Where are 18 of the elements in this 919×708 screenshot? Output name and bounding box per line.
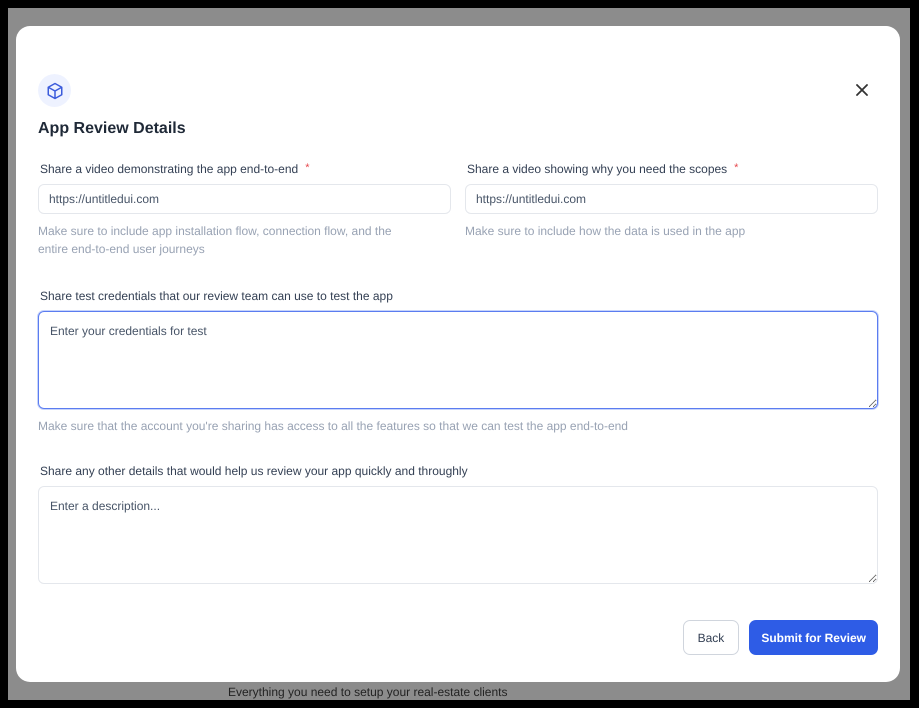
required-mark: * [305,161,310,175]
back-button[interactable]: Back [682,620,740,655]
field-label: Share a video demonstrating the app end-to-end [40,161,298,177]
close-icon [856,84,868,96]
field-label: Share a video showing why you need the scopes [467,161,728,177]
url-field[interactable]: https://untitledui.com [465,184,878,214]
dialog-title: App Review Details [38,119,187,139]
hint-text: Make sure that the account you're sharing has access to all the features so that we can test the app end-to-end [38,418,629,435]
background-text: Everything you need to setup your real-estate clients [228,685,508,699]
text-area-field[interactable]: Enter your credentials for test [38,311,878,409]
hint-text: Make sure to include app installation flow, connection flow, and the entire end-to-end user journeys [38,223,393,258]
cube-icon [46,82,64,100]
required-mark: * [734,161,738,175]
submit-button[interactable]: Submit for Review [749,620,878,655]
field-label: Share test credentials that our review team can use to test the app [40,288,393,304]
field-label: Share any other details that would help us review your app quickly and throughly [40,463,468,479]
url-field[interactable]: https://untitledui.com [38,184,451,214]
hint-text: Make sure to include how the data is used in the app [465,223,746,240]
